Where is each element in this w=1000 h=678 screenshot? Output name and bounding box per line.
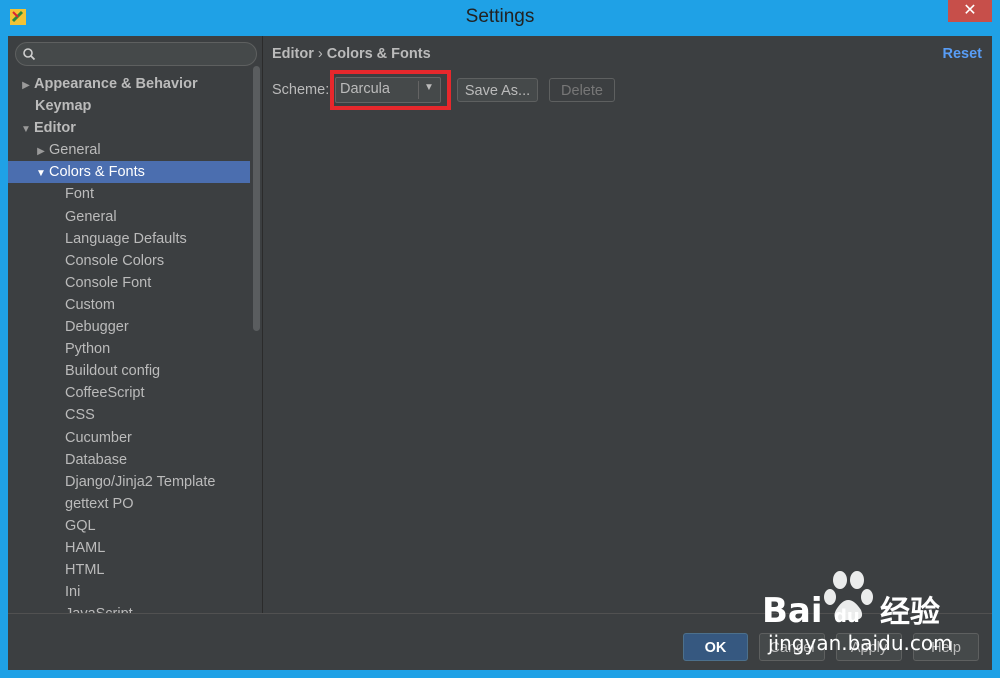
sidebar-item-html[interactable]: HTML	[8, 559, 250, 581]
sidebar-item-javascript[interactable]: JavaScript	[8, 603, 250, 613]
expand-down-icon[interactable]: ▼	[20, 119, 32, 141]
sidebar-item-haml[interactable]: HAML	[8, 537, 250, 559]
settings-tree: ▶ Appearance & Behavior Keymap ▼ Editor ▶ Gene…	[8, 73, 250, 613]
breadcrumb-parent[interactable]: Editor	[272, 46, 314, 62]
sidebar-item-label: Django/Jinja2 Template	[65, 473, 216, 490]
sidebar-item-label: Python	[65, 341, 111, 358]
sidebar-item-language-defaults[interactable]: Language Defaults	[8, 228, 250, 250]
sidebar-item-label: GQL	[65, 517, 96, 534]
sidebar-item-label: Console Colors	[65, 252, 165, 269]
sidebar-item-general[interactable]: ▶ General	[8, 139, 250, 161]
sidebar-item-label: CoffeeScript	[65, 385, 145, 402]
sidebar-item-custom[interactable]: Custom	[8, 294, 250, 316]
sidebar-item-console-colors[interactable]: Console Colors	[8, 250, 250, 272]
sidebar-item-label: Colors & Fonts	[49, 164, 145, 181]
sidebar-item-label: Database	[65, 451, 128, 468]
sidebar-item-label: Language Defaults	[65, 230, 187, 247]
sidebar-item-gql[interactable]: GQL	[8, 515, 250, 537]
scheme-label: Scheme:	[272, 82, 330, 98]
expand-right-icon[interactable]: ▶	[35, 141, 47, 163]
settings-sidebar: ▶ Appearance & Behavior Keymap ▼ Editor ▶ Gene…	[8, 36, 263, 613]
settings-content: Editor › Colors & Fonts Reset Scheme: Darc…	[263, 36, 992, 613]
sidebar-item-coffeescript[interactable]: CoffeeScript	[8, 382, 250, 404]
sidebar-item-css[interactable]: CSS	[8, 404, 250, 426]
sidebar-item-python[interactable]: Python	[8, 338, 250, 360]
window-frame-right	[992, 36, 1000, 678]
sidebar-item-ini[interactable]: Ini	[8, 581, 250, 603]
reset-link[interactable]: Reset	[943, 46, 983, 62]
sidebar-item-label: Console Font	[65, 274, 152, 291]
sidebar-item-cucumber[interactable]: Cucumber	[8, 427, 250, 449]
delete-button[interactable]: Delete	[549, 78, 615, 102]
sidebar-item-label: HTML	[65, 562, 105, 579]
sidebar-item-label: General	[65, 208, 117, 225]
breadcrumb: Editor › Colors & Fonts	[272, 46, 431, 62]
sidebar-item-database[interactable]: Database	[8, 449, 250, 471]
sidebar-item-label: HAML	[65, 539, 106, 556]
expand-down-icon[interactable]: ▼	[35, 163, 47, 185]
sidebar-item-label: Buildout config	[65, 363, 161, 380]
search-icon	[23, 48, 36, 61]
breadcrumb-current: Colors & Fonts	[326, 46, 431, 62]
window-frame-left	[0, 36, 8, 678]
search-input[interactable]	[15, 42, 257, 66]
sidebar-item-label: Cucumber	[65, 429, 132, 446]
sidebar-item-font[interactable]: Font	[8, 183, 250, 205]
baidu-watermark: Bai du 经验 jingyan.baidu.com	[762, 571, 953, 655]
sidebar-item-console-font[interactable]: Console Font	[8, 272, 250, 294]
watermark-url: jingyan.baidu.com	[767, 631, 953, 655]
sidebar-item-general[interactable]: General	[8, 206, 250, 228]
breadcrumb-separator: ›	[317, 46, 323, 62]
sidebar-item-gettext-po[interactable]: gettext PO	[8, 493, 250, 515]
sidebar-item-editor[interactable]: ▼ Editor	[8, 117, 250, 139]
watermark-brand-tail: du	[834, 606, 860, 627]
sidebar-item-label: Editor	[34, 120, 76, 137]
close-button[interactable]: ✕	[948, 0, 992, 22]
window-title: Settings	[465, 6, 535, 27]
sidebar-item-label: Keymap	[35, 98, 92, 115]
sidebar-scrollbar[interactable]	[253, 66, 260, 331]
sidebar-item-label: Debugger	[65, 319, 129, 336]
sidebar-item-label: Font	[65, 186, 95, 203]
ok-button[interactable]: OK	[683, 633, 748, 661]
sidebar-item-debugger[interactable]: Debugger	[8, 316, 250, 338]
window-frame-bottom	[0, 670, 1000, 678]
sidebar-item-django-jinja2-template[interactable]: Django/Jinja2 Template	[8, 471, 250, 493]
sidebar-item-buildout-config[interactable]: Buildout config	[8, 360, 250, 382]
sidebar-item-keymap[interactable]: Keymap	[8, 95, 250, 117]
sidebar-item-label: gettext PO	[65, 495, 134, 512]
red-highlight-box	[330, 70, 451, 110]
sidebar-item-label: CSS	[65, 407, 95, 424]
sidebar-item-label: Ini	[65, 584, 81, 601]
sidebar-item-label: Appearance & Behavior	[34, 76, 198, 92]
watermark-cn: 经验	[880, 595, 940, 630]
watermark-brand: Bai	[762, 591, 823, 631]
sidebar-item-appearance-behavior[interactable]: ▶ Appearance & Behavior	[8, 73, 250, 95]
sidebar-item-label: General	[49, 142, 101, 159]
save-as-button[interactable]: Save As...	[457, 78, 538, 102]
expand-right-icon[interactable]: ▶	[20, 75, 32, 97]
sidebar-item-label: Custom	[65, 296, 115, 313]
title-bar: Settings ✕	[0, 0, 1000, 36]
sidebar-item-colors-fonts[interactable]: ▼ Colors & Fonts	[8, 161, 250, 185]
sidebar-item-label: JavaScript	[65, 606, 133, 613]
